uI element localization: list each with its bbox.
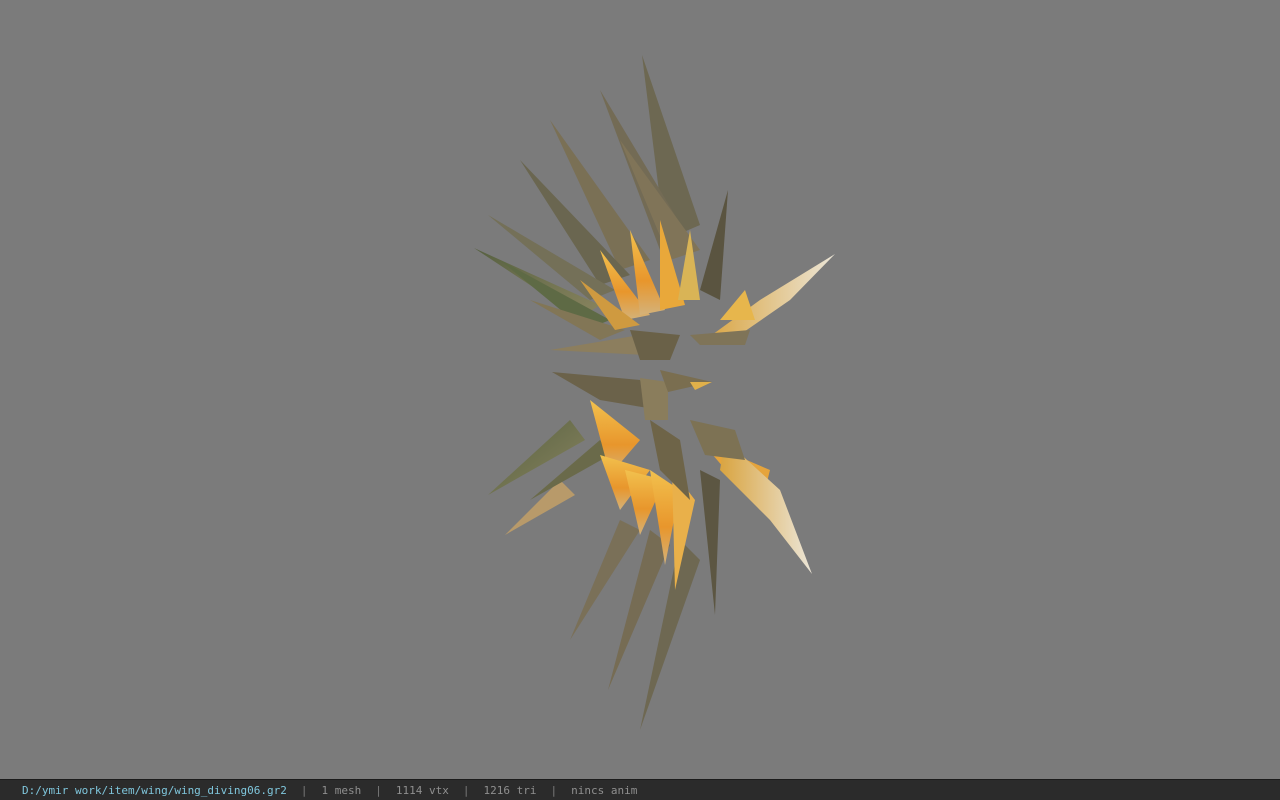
file-path: D:/ymir work/item/wing/wing_diving06.gr2: [22, 783, 287, 797]
animation-status: nincs anim: [571, 783, 638, 797]
lower-wing: [488, 370, 812, 730]
status-bar: D:/ymir work/item/wing/wing_diving06.gr2…: [0, 779, 1280, 800]
separator: |: [550, 783, 558, 797]
separator: |: [375, 783, 382, 797]
triangle-count: 1216 tri: [483, 783, 537, 797]
separator: |: [462, 783, 470, 797]
mesh-count: 1 mesh: [321, 783, 362, 797]
upper-wing: [474, 55, 835, 360]
wing-model[interactable]: [0, 0, 1280, 779]
separator: |: [300, 783, 308, 797]
vertex-count: 1114 vtx: [395, 783, 449, 797]
3d-viewport[interactable]: [0, 0, 1280, 779]
